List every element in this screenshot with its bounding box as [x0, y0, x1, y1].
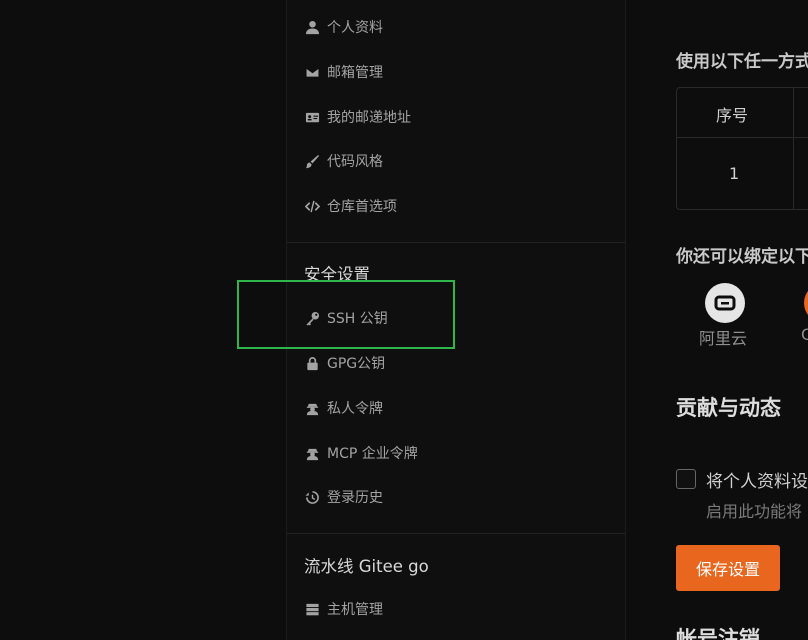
sidebar-item-label: MCP 企业令牌 [327, 446, 418, 462]
divider [287, 533, 625, 534]
sidebar-item-label: 邮箱管理 [327, 65, 383, 81]
checkbox-hint: 启用此功能将 [706, 502, 803, 521]
code-icon [303, 197, 321, 215]
lock-icon [303, 354, 321, 372]
bind-heading: 你还可以绑定以下 [676, 247, 808, 267]
gitee-label: G [801, 325, 808, 344]
user-icon [303, 18, 321, 36]
address-card-icon [303, 108, 321, 126]
sidebar-item-private-tokens[interactable]: 私人令牌 [303, 396, 383, 420]
divider [287, 242, 625, 243]
server-icon [303, 600, 321, 618]
table-cell-index: 1 [729, 164, 740, 183]
aliyun-label: 阿里云 [699, 329, 748, 348]
sidebar-item-ssh-keys[interactable]: SSH 公钥 [303, 306, 388, 330]
user-secret-icon [303, 444, 321, 462]
save-settings-button[interactable]: 保存设置 [676, 545, 780, 591]
sidebar-item-label: 我的邮递地址 [327, 110, 411, 126]
sidebar-item-label: 个人资料 [327, 20, 383, 36]
sidebar-item-label: 私人令牌 [327, 401, 383, 417]
sidebar-item-repo-preferences[interactable]: 仓库首选项 [303, 194, 397, 218]
methods-heading: 使用以下任一方式 [676, 52, 808, 72]
history-icon [303, 488, 321, 506]
sidebar-item-label: 仓库首选项 [327, 199, 397, 215]
public-profile-checkbox[interactable] [676, 469, 696, 489]
gitee-icon[interactable] [804, 283, 808, 323]
brush-icon [303, 152, 321, 170]
sidebar-item-code-style[interactable]: 代码风格 [303, 149, 383, 173]
checkbox-label: 将个人资料设 [706, 472, 808, 492]
account-deletion-heading: 帐号注销 [676, 627, 760, 640]
sidebar-item-label: 主机管理 [327, 602, 383, 618]
sidebar-item-address[interactable]: 我的邮递地址 [303, 105, 411, 129]
aliyun-icon[interactable] [705, 283, 745, 323]
sidebar-item-mcp-enterprise-tokens[interactable]: MCP 企业令牌 [303, 441, 418, 465]
table-header-index: 序号 [716, 106, 749, 125]
sidebar-item-gpg-keys[interactable]: GPG公钥 [303, 351, 385, 375]
user-secret-icon [303, 399, 321, 417]
sidebar-item-login-history[interactable]: 登录历史 [303, 485, 383, 509]
section-title-pipeline: 流水线 Gitee go [304, 557, 429, 576]
table-column-divider [793, 88, 794, 209]
envelope-icon [303, 63, 321, 81]
key-icon [303, 309, 321, 327]
section-title-security: 安全设置 [304, 265, 370, 284]
sidebar-item-label: SSH 公钥 [327, 311, 388, 327]
main-content: 使用以下任一方式 序号 1 你还可以绑定以下 阿里云 G 贡献与动态 将个人资料… [627, 0, 808, 640]
sidebar-item-label: GPG公钥 [327, 356, 386, 372]
auth-methods-table: 序号 1 [676, 87, 808, 210]
sidebar-item-label: 代码风格 [327, 154, 383, 170]
sidebar-item-email[interactable]: 邮箱管理 [303, 60, 383, 84]
sidebar-item-host-management[interactable]: 主机管理 [303, 597, 383, 621]
sidebar-item-profile[interactable]: 个人资料 [303, 15, 383, 39]
contrib-heading: 贡献与动态 [676, 396, 781, 420]
settings-sidebar: 个人资料 邮箱管理 我的邮递地址 代码风格 仓库首选项 安全设置 SSH 公钥 [286, 0, 626, 640]
sidebar-item-label: 登录历史 [327, 490, 383, 506]
